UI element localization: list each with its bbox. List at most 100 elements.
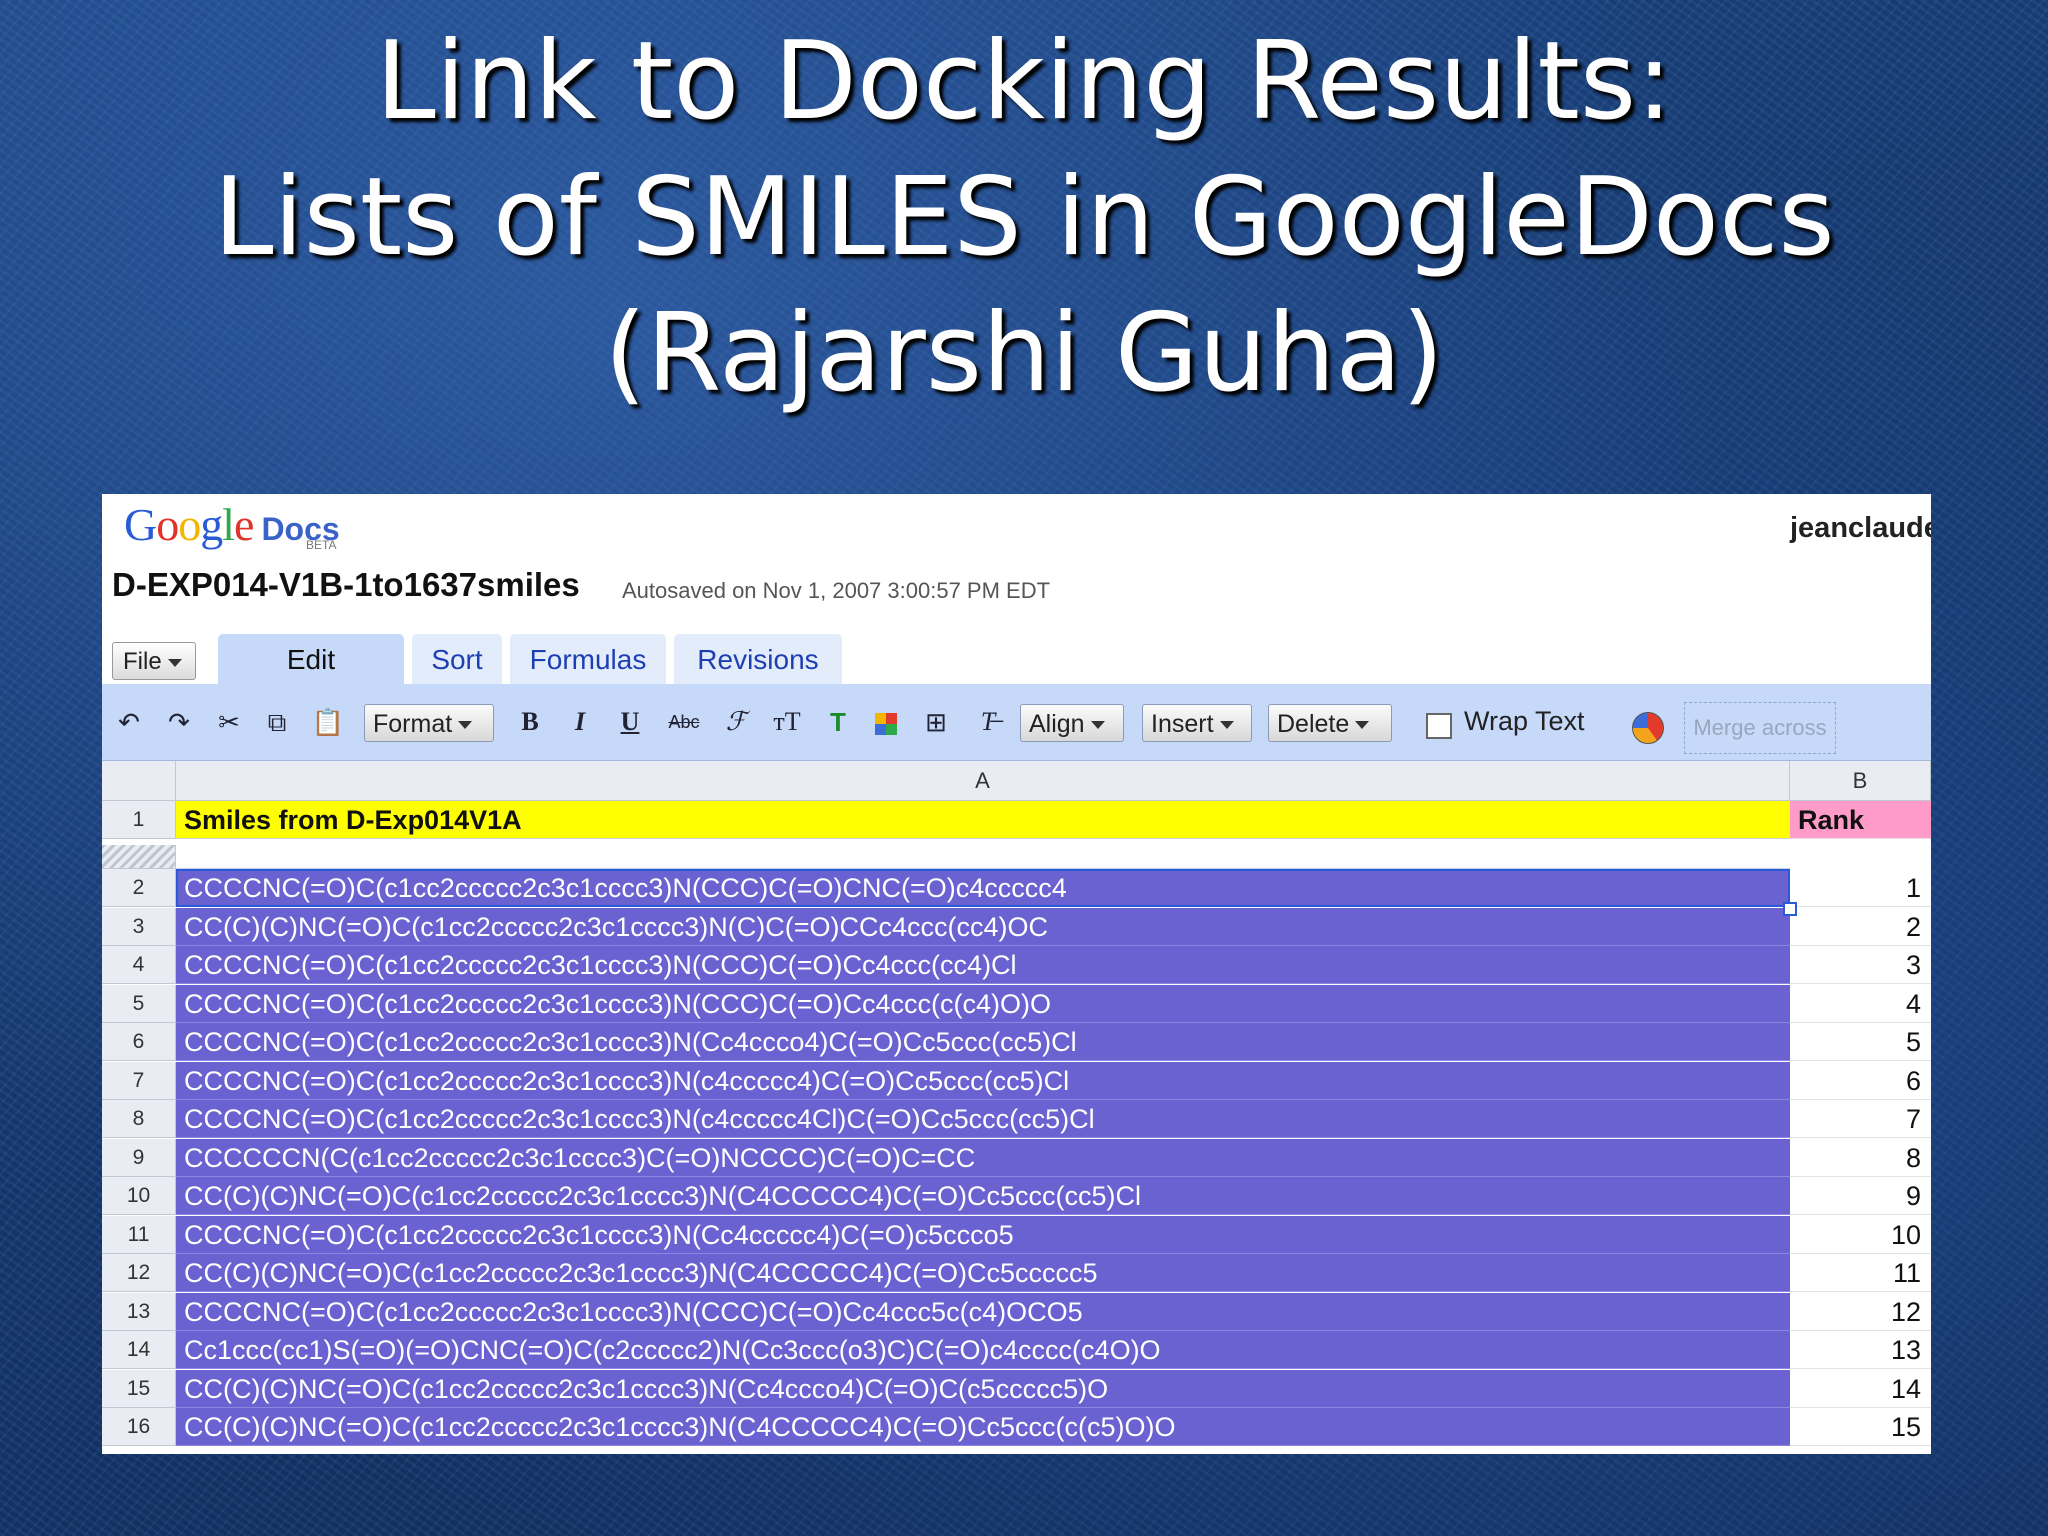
column-header-a[interactable]: A bbox=[176, 761, 1790, 801]
document-title[interactable]: D-EXP014-V1B-1to1637smiles bbox=[112, 566, 580, 604]
logo-beta-text: BETA bbox=[306, 538, 337, 552]
smiles-cell[interactable]: CCCCNC(=O)C(c1cc2ccccc2c3c1cccc3)N(Cc4cc… bbox=[176, 1023, 1790, 1061]
text-color-icon[interactable]: T bbox=[818, 684, 858, 760]
align-dropdown[interactable]: Align bbox=[1020, 704, 1124, 742]
borders-icon[interactable]: ⊞ bbox=[916, 684, 956, 760]
smiles-cell[interactable]: CCCCCCN(C(c1cc2ccccc2c3c1cccc3)C(=O)NCCC… bbox=[176, 1138, 1790, 1177]
rank-cell[interactable]: 10 bbox=[1790, 1216, 1931, 1254]
tab-formulas[interactable]: Formulas bbox=[510, 634, 666, 686]
row-number[interactable]: 4 bbox=[102, 946, 176, 984]
smiles-cell[interactable]: CC(C)(C)NC(=O)C(c1cc2ccccc2c3c1cccc3)N(C… bbox=[176, 1177, 1790, 1215]
corner-cell[interactable] bbox=[102, 761, 176, 801]
rank-cell[interactable]: 8 bbox=[1790, 1139, 1931, 1177]
smiles-cell[interactable]: CC(C)(C)NC(=O)C(c1cc2ccccc2c3c1cccc3)N(C… bbox=[176, 907, 1790, 946]
row-number[interactable]: 7 bbox=[102, 1061, 176, 1100]
copy-icon[interactable]: ⧉ bbox=[260, 684, 294, 760]
tab-edit[interactable]: Edit bbox=[218, 634, 404, 686]
row-number[interactable]: 2 bbox=[102, 869, 176, 907]
google-docs-logo[interactable]: Google Docs BETA bbox=[124, 498, 340, 552]
user-name[interactable]: jeanclaude bbox=[1790, 512, 1931, 545]
italic-icon[interactable]: I bbox=[560, 684, 600, 760]
smiles-cell[interactable]: CCCCNC(=O)C(c1cc2ccccc2c3c1cccc3)N(Cc4cc… bbox=[176, 1215, 1790, 1254]
selection-fill-handle[interactable] bbox=[1783, 902, 1797, 916]
row-number[interactable]: 11 bbox=[102, 1215, 176, 1254]
table-row: 7 CCCCNC(=O)C(c1cc2ccccc2c3c1cccc3)N(c4cc… bbox=[102, 1061, 1931, 1100]
rank-cell[interactable]: 4 bbox=[1790, 985, 1931, 1023]
chevron-down-icon bbox=[458, 721, 473, 730]
smiles-cell[interactable]: CCCCNC(=O)C(c1cc2ccccc2c3c1cccc3)N(c4ccc… bbox=[176, 1100, 1790, 1138]
paste-icon[interactable]: 📋 bbox=[308, 684, 348, 760]
smiles-cell[interactable]: CCCCNC(=O)C(c1cc2ccccc2c3c1cccc3)N(CCC)C… bbox=[176, 1292, 1790, 1331]
active-cell-outline bbox=[176, 869, 1790, 907]
table-row: 15 CC(C)(C)NC(=O)C(c1cc2ccccc2c3c1cccc3)N… bbox=[102, 1369, 1931, 1408]
chart-icon[interactable] bbox=[1632, 712, 1664, 744]
smiles-cell[interactable]: CC(C)(C)NC(=O)C(c1cc2ccccc2c3c1cccc3)N(C… bbox=[176, 1369, 1790, 1408]
rank-cell[interactable]: 13 bbox=[1790, 1331, 1931, 1369]
row-number[interactable]: 8 bbox=[102, 1100, 176, 1138]
row-number[interactable]: 10 bbox=[102, 1177, 176, 1215]
rank-cell[interactable]: 1 bbox=[1790, 869, 1931, 907]
tab-revisions[interactable]: Revisions bbox=[674, 634, 842, 686]
rank-cell[interactable]: 15 bbox=[1790, 1408, 1931, 1446]
rank-cell[interactable]: 11 bbox=[1790, 1254, 1931, 1292]
smiles-cell[interactable]: CCCCNC(=O)C(c1cc2ccccc2c3c1cccc3)N(CCC)C… bbox=[176, 946, 1790, 984]
row-number[interactable]: 3 bbox=[102, 907, 176, 946]
rank-cell[interactable]: 6 bbox=[1790, 1062, 1931, 1100]
table-row: 9 CCCCCCN(C(c1cc2ccccc2c3c1cccc3)C(=O)NCC… bbox=[102, 1138, 1931, 1177]
row-number[interactable]: 1 bbox=[102, 801, 176, 839]
smiles-cell[interactable]: CC(C)(C)NC(=O)C(c1cc2ccccc2c3c1cccc3)N(C… bbox=[176, 1408, 1790, 1446]
file-menu-button[interactable]: File bbox=[112, 642, 196, 680]
rank-cell[interactable]: 12 bbox=[1790, 1293, 1931, 1331]
row-number[interactable]: 15 bbox=[102, 1369, 176, 1408]
font-icon[interactable]: ℱ bbox=[714, 684, 758, 760]
chevron-down-icon bbox=[1090, 721, 1105, 730]
row-number[interactable]: 6 bbox=[102, 1023, 176, 1061]
strikethrough-icon[interactable]: Abc bbox=[660, 684, 708, 760]
row-number[interactable]: 9 bbox=[102, 1138, 176, 1177]
autosave-status: Autosaved on Nov 1, 2007 3:00:57 PM EDT bbox=[622, 578, 1051, 603]
freeze-handle[interactable] bbox=[102, 845, 176, 869]
row-number[interactable]: 16 bbox=[102, 1408, 176, 1446]
header-cell-smiles[interactable]: Smiles from D-Exp014V1A bbox=[176, 801, 1790, 839]
rank-cell[interactable]: 9 bbox=[1790, 1177, 1931, 1215]
rank-cell[interactable]: 5 bbox=[1790, 1023, 1931, 1061]
header-cell-rank[interactable]: Rank bbox=[1790, 801, 1931, 839]
smiles-cell[interactable]: CCCCNC(=O)C(c1cc2ccccc2c3c1cccc3)N(c4ccc… bbox=[176, 1061, 1790, 1100]
wrap-text-checkbox[interactable] bbox=[1426, 713, 1452, 739]
smiles-cell[interactable]: CC(C)(C)NC(=O)C(c1cc2ccccc2c3c1cccc3)N(C… bbox=[176, 1254, 1790, 1292]
background-color-icon[interactable] bbox=[866, 684, 906, 760]
format-dropdown[interactable]: Format bbox=[364, 704, 494, 742]
underline-icon[interactable]: U bbox=[610, 684, 650, 760]
rank-cell[interactable]: 7 bbox=[1790, 1100, 1931, 1138]
redo-icon[interactable]: ↷ bbox=[162, 684, 196, 760]
rank-cell[interactable]: 3 bbox=[1790, 946, 1931, 984]
menu-tab-bar: File Edit Sort Formulas Revisions bbox=[102, 634, 1931, 686]
table-row: 6 CCCCNC(=O)C(c1cc2ccccc2c3c1cccc3)N(Cc4c… bbox=[102, 1023, 1931, 1061]
delete-dropdown[interactable]: Delete bbox=[1268, 704, 1392, 742]
table-row: 16 CC(C)(C)NC(=O)C(c1cc2ccccc2c3c1cccc3)N… bbox=[102, 1408, 1931, 1446]
clear-format-icon[interactable]: T̶ bbox=[968, 684, 1008, 760]
table-row: 10 CC(C)(C)NC(=O)C(c1cc2ccccc2c3c1cccc3)N… bbox=[102, 1177, 1931, 1215]
table-row: 3 CC(C)(C)NC(=O)C(c1cc2ccccc2c3c1cccc3)N(… bbox=[102, 907, 1931, 946]
insert-dropdown[interactable]: Insert bbox=[1142, 704, 1252, 742]
wrap-text-label: Wrap Text bbox=[1464, 706, 1585, 736]
bold-icon[interactable]: B bbox=[510, 684, 550, 760]
row-number[interactable]: 12 bbox=[102, 1254, 176, 1292]
google-docs-screenshot: Google Docs BETA jeanclaude D-EXP014-V1B-… bbox=[102, 494, 1931, 1454]
smiles-cell[interactable]: CCCCNC(=O)C(c1cc2ccccc2c3c1cccc3)N(CCC)C… bbox=[176, 984, 1790, 1023]
merge-across-button[interactable]: Merge across bbox=[1684, 702, 1836, 754]
rank-cell[interactable]: 14 bbox=[1790, 1370, 1931, 1408]
table-row: 13 CCCCNC(=O)C(c1cc2ccccc2c3c1cccc3)N(CCC… bbox=[102, 1292, 1931, 1331]
font-size-icon[interactable]: ᴛT bbox=[764, 684, 810, 760]
chevron-down-icon bbox=[1355, 721, 1370, 730]
row-number[interactable]: 14 bbox=[102, 1331, 176, 1369]
column-header-b[interactable]: B bbox=[1790, 761, 1931, 801]
frozen-row-divider[interactable] bbox=[102, 845, 1931, 869]
tab-sort[interactable]: Sort bbox=[412, 634, 502, 686]
smiles-cell[interactable]: Cc1ccc(cc1)S(=O)(=O)CNC(=O)C(c2ccccc2)N(… bbox=[176, 1331, 1790, 1369]
row-number[interactable]: 13 bbox=[102, 1292, 176, 1331]
row-number[interactable]: 5 bbox=[102, 984, 176, 1023]
rank-cell[interactable]: 2 bbox=[1790, 908, 1931, 946]
cut-icon[interactable]: ✂ bbox=[212, 684, 246, 760]
undo-icon[interactable]: ↶ bbox=[112, 684, 146, 760]
